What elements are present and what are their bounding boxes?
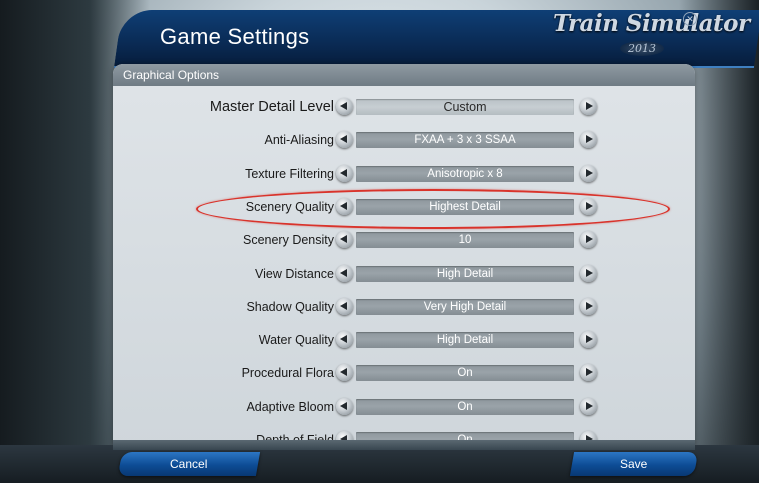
arrow-right-icon[interactable]	[580, 165, 597, 182]
cancel-button-label: Cancel	[170, 457, 208, 471]
option-value: Very High Detail	[356, 299, 574, 315]
arrow-right-icon[interactable]	[580, 198, 597, 215]
arrow-right-icon[interactable]	[580, 364, 597, 381]
graphical-options-panel	[113, 64, 695, 448]
option-label: Procedural Flora	[241, 366, 334, 380]
option-value: Anisotropic x 8	[356, 166, 574, 182]
option-label: Scenery Quality	[245, 200, 334, 214]
option-value: High Detail	[356, 332, 574, 348]
close-icon[interactable]: ✕	[683, 12, 697, 26]
option-label: Scenery Density	[242, 233, 334, 247]
option-value: On	[356, 399, 574, 415]
arrow-left-icon[interactable]	[336, 98, 353, 115]
panel-title: Graphical Options	[123, 68, 220, 82]
arrow-right-icon[interactable]	[580, 398, 597, 415]
arrow-right-icon[interactable]	[580, 98, 597, 115]
arrow-right-icon[interactable]	[580, 131, 597, 148]
option-row: Scenery Density 10	[0, 229, 759, 251]
save-button-label: Save	[620, 457, 648, 471]
brand-logo: Train Simulator	[553, 10, 750, 37]
arrow-left-icon[interactable]	[336, 131, 353, 148]
option-label: Water Quality	[258, 333, 334, 347]
option-row: Water Quality High Detail	[0, 329, 759, 351]
option-label: Anti-Aliasing	[264, 133, 334, 147]
option-label: View Distance	[255, 267, 334, 281]
option-value: Highest Detail	[356, 199, 574, 215]
option-label: Texture Filtering	[245, 167, 334, 181]
arrow-left-icon[interactable]	[336, 165, 353, 182]
option-value: 10	[356, 232, 574, 248]
arrow-right-icon[interactable]	[580, 231, 597, 248]
arrow-right-icon[interactable]	[580, 331, 597, 348]
option-value: FXAA + 3 x 3 SSAA	[356, 132, 574, 148]
arrow-left-icon[interactable]	[336, 231, 353, 248]
arrow-right-icon[interactable]	[580, 298, 597, 315]
panel-footer	[113, 440, 695, 450]
option-value: High Detail	[356, 266, 574, 282]
option-label: Adaptive Bloom	[246, 400, 334, 414]
option-value: On	[356, 365, 574, 381]
arrow-left-icon[interactable]	[336, 265, 353, 282]
arrow-left-icon[interactable]	[336, 198, 353, 215]
option-row: Shadow Quality Very High Detail	[0, 296, 759, 318]
brand-year-badge: 2013	[620, 41, 664, 56]
option-row: View Distance High Detail	[0, 263, 759, 285]
option-row: Scenery Quality Highest Detail	[0, 196, 759, 218]
arrow-left-icon[interactable]	[336, 298, 353, 315]
page-title: Game Settings	[160, 24, 310, 49]
arrow-right-icon[interactable]	[580, 265, 597, 282]
option-row: Texture Filtering Anisotropic x 8	[0, 163, 759, 185]
option-label: Master Detail Level	[209, 99, 334, 115]
option-row: Master Detail Level Custom	[0, 96, 759, 118]
option-row: Procedural Flora On	[0, 362, 759, 384]
cancel-button[interactable]: Cancel	[117, 452, 261, 476]
save-button[interactable]: Save	[569, 452, 699, 476]
option-label: Shadow Quality	[246, 300, 334, 314]
option-row: Adaptive Bloom On	[0, 396, 759, 418]
arrow-left-icon[interactable]	[336, 331, 353, 348]
arrow-left-icon[interactable]	[336, 398, 353, 415]
option-value: Custom	[356, 99, 574, 115]
arrow-left-icon[interactable]	[336, 364, 353, 381]
option-row: Anti-Aliasing FXAA + 3 x 3 SSAA	[0, 129, 759, 151]
